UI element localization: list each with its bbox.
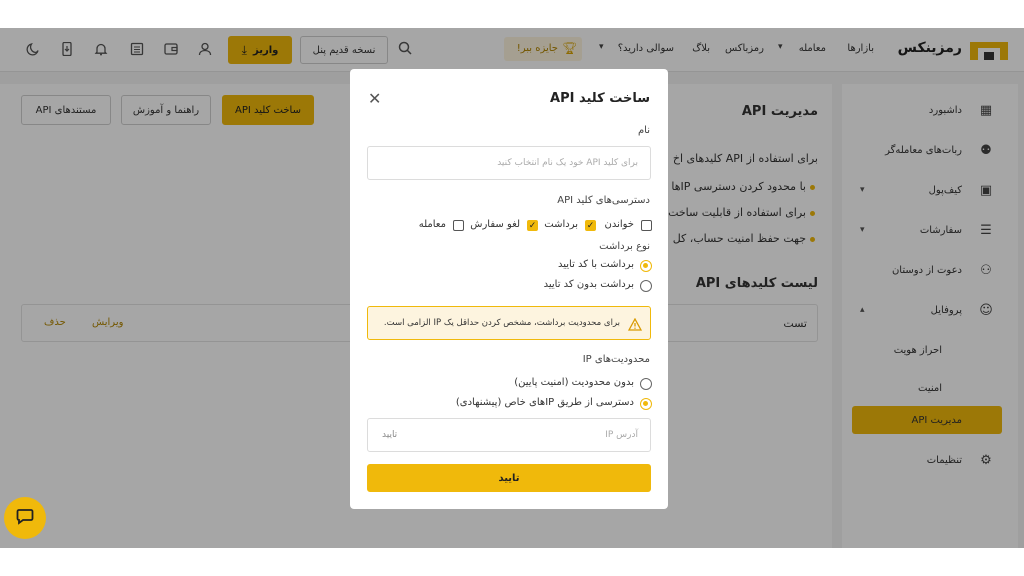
radio-label: برداشت بدون کد تایید	[543, 279, 634, 290]
ip-option-unrestricted[interactable]: بدون محدودیت (امنیت پایین)	[500, 376, 652, 392]
withdraw-option-without-code[interactable]: برداشت بدون کد تایید	[530, 278, 652, 294]
permission-label: معامله	[418, 219, 446, 230]
warning-icon	[627, 316, 643, 335]
name-label: نام	[637, 125, 650, 136]
create-api-key-modal: ساخت کلید API ✕ نام برای کلید API خود یک…	[350, 69, 668, 509]
warning-box: برای محدودیت برداشت، مشخص کردن حداقل یک …	[367, 306, 651, 340]
withdraw-option-with-code[interactable]: برداشت با کد تایید	[540, 258, 652, 274]
permission-withdraw[interactable]: ✓ برداشت	[540, 218, 596, 234]
ip-option-specific[interactable]: دسترسی از طریق IPهای خاص (پیشنهادی)	[450, 396, 652, 412]
permission-label: برداشت	[544, 219, 578, 230]
chat-bubble-icon	[16, 507, 34, 529]
close-icon[interactable]: ✕	[368, 89, 381, 108]
permissions-label: دسترسی‌های کلید API	[557, 195, 650, 206]
app-frame: رمزینکس بازارها معامله ▾ رمزباکس بلاگ سو…	[0, 28, 1024, 548]
checkbox-checked[interactable]: ✓	[527, 220, 538, 231]
name-placeholder: برای کلید API خود یک نام انتخاب کنید	[497, 158, 638, 168]
ip-restrictions-label: محدودیت‌های IP	[582, 354, 650, 365]
radio-selected[interactable]	[640, 260, 652, 272]
radio[interactable]	[640, 378, 652, 390]
withdraw-type-label: نوع برداشت	[599, 241, 650, 252]
checkbox-checked[interactable]: ✓	[585, 220, 596, 231]
permission-trade[interactable]: معامله	[410, 218, 464, 234]
checkbox[interactable]	[453, 220, 464, 231]
ip-address-input[interactable]: آدرس IP تایید	[367, 418, 651, 452]
radio[interactable]	[640, 280, 652, 292]
permission-cancel-order[interactable]: ✓ لغو سفارش	[462, 218, 538, 234]
radio-label: برداشت با کد تایید	[558, 259, 634, 270]
modal-title: ساخت کلید API	[550, 91, 650, 106]
chat-support-button[interactable]	[4, 497, 46, 539]
ip-confirm-button[interactable]: تایید	[382, 430, 397, 440]
permission-label: لغو سفارش	[470, 219, 520, 230]
checkbox[interactable]	[641, 220, 652, 231]
radio-selected[interactable]	[640, 398, 652, 410]
warning-text: برای محدودیت برداشت، مشخص کردن حداقل یک …	[383, 318, 620, 328]
submit-button[interactable]: تایید	[367, 464, 651, 492]
radio-label: دسترسی از طریق IPهای خاص (پیشنهادی)	[455, 397, 634, 408]
radio-label: بدون محدودیت (امنیت پایین)	[514, 377, 634, 388]
permission-label: خواندن	[604, 219, 634, 230]
ip-placeholder: آدرس IP	[605, 430, 638, 440]
name-input[interactable]: برای کلید API خود یک نام انتخاب کنید	[367, 146, 651, 180]
